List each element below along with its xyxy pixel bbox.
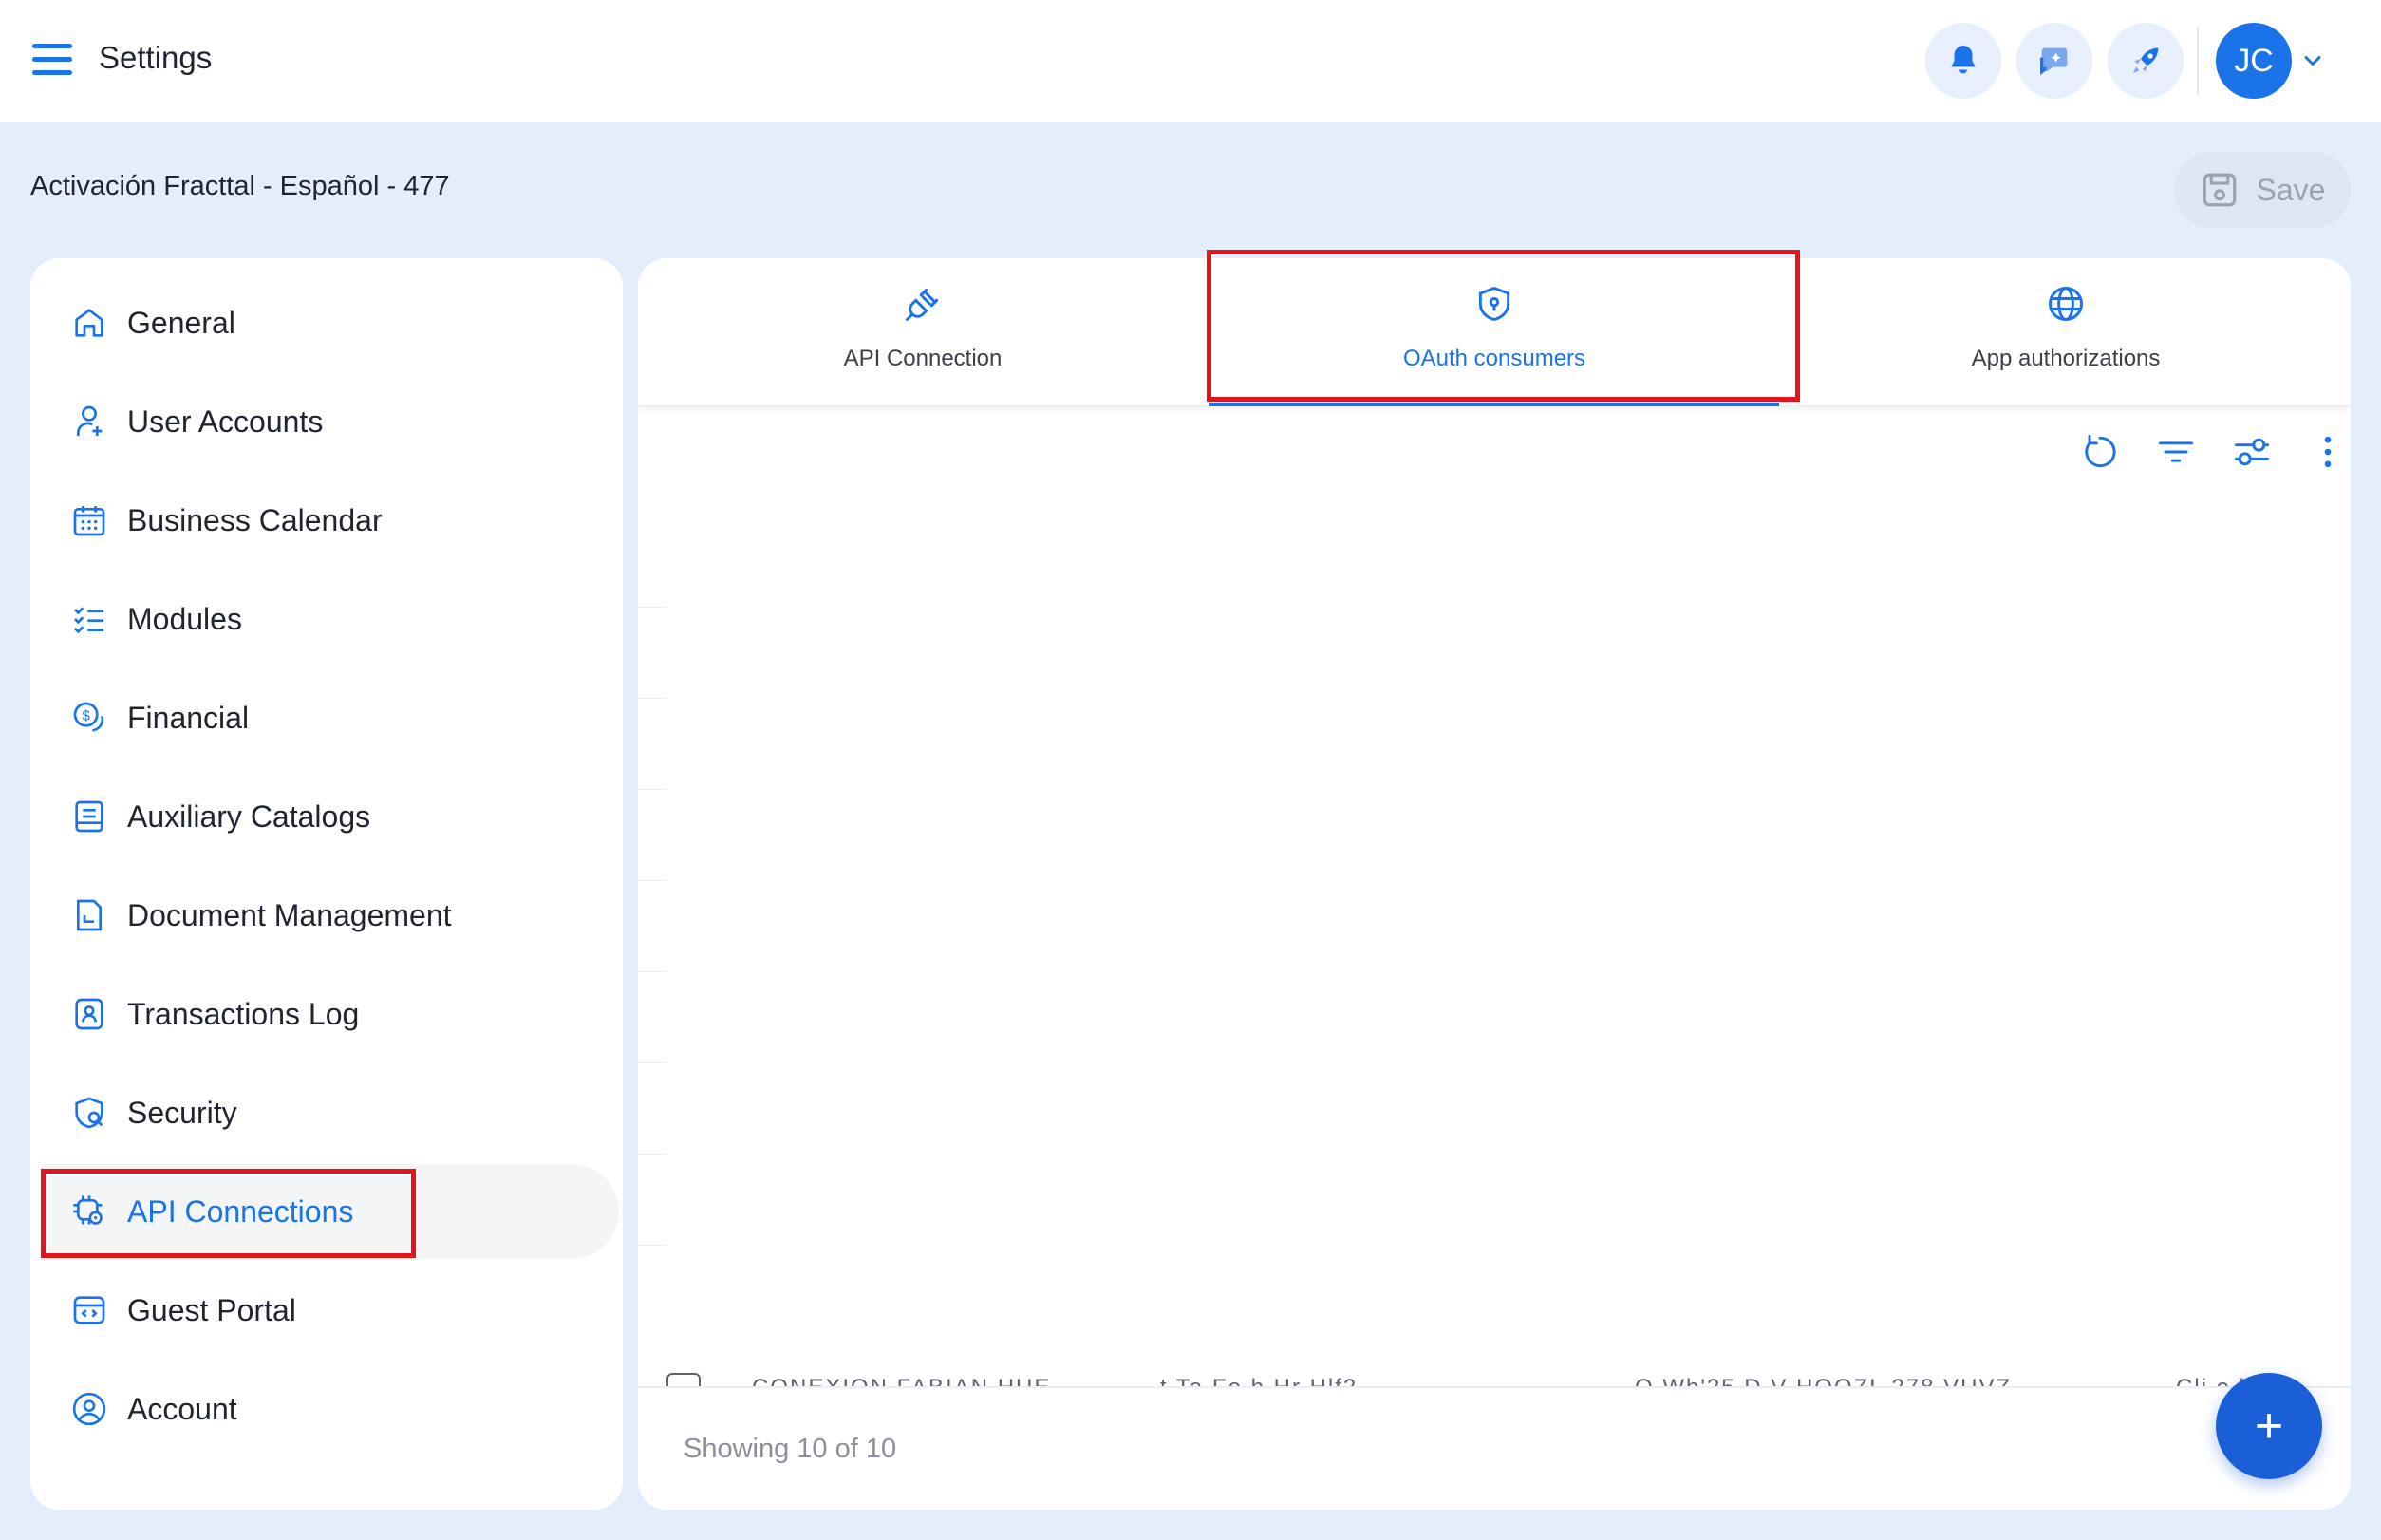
tab-api-connection[interactable]: API Connection xyxy=(638,258,1208,406)
api-gear-icon xyxy=(68,1191,110,1232)
chevron-down-icon[interactable] xyxy=(2299,47,2326,74)
sidebar-item-security[interactable]: Security xyxy=(68,1065,638,1160)
main-panel: API Connection OAuth consumers App autho… xyxy=(638,258,2351,1510)
globe-icon xyxy=(2043,281,2089,327)
avatar[interactable]: JC xyxy=(2216,23,2292,99)
shield-key-icon xyxy=(1472,281,1517,327)
home-icon xyxy=(68,302,110,344)
sidebar-item-label: Security xyxy=(127,1095,237,1130)
log-icon xyxy=(68,993,110,1035)
sidebar-item-label: Account xyxy=(127,1391,237,1426)
adjust-columns-button[interactable] xyxy=(2225,425,2278,479)
sidebar-item-financial[interactable]: $ Financial xyxy=(68,670,638,765)
sidebar-item-transactions-log[interactable]: Transactions Log xyxy=(68,967,638,1061)
row-divider xyxy=(638,607,666,608)
notifications-button[interactable] xyxy=(1925,23,2001,99)
sidebar-item-label: Auxiliary Catalogs xyxy=(127,798,371,834)
row-cell: t Ta Fo h Hr Hlf2 xyxy=(1160,1375,1358,1386)
row-divider xyxy=(638,789,666,790)
save-label: Save xyxy=(2256,172,2326,207)
assistant-chat-button[interactable] xyxy=(2016,23,2092,99)
settings-sidebar: General User Accounts Business Calendar … xyxy=(30,258,623,1510)
refresh-button[interactable] xyxy=(2073,425,2127,479)
checklist-icon xyxy=(68,598,110,640)
table-row[interactable]: CONEXION FABIAN HUE t Ta Fo h Hr Hlf2 O … xyxy=(666,1367,2337,1386)
calendar-icon xyxy=(68,499,110,541)
more-vert-icon xyxy=(2324,436,2332,468)
tab-label: OAuth consumers xyxy=(1402,346,1586,371)
row-cell: CONEXION FABIAN HUE xyxy=(752,1375,1051,1386)
menu-icon[interactable] xyxy=(32,44,72,78)
tab-oauth-consumers[interactable]: OAuth consumers xyxy=(1209,258,1779,406)
sidebar-item-user-accounts[interactable]: User Accounts xyxy=(68,374,638,469)
company-name: Activación Fracttal - Español - 477 xyxy=(30,171,450,201)
top-bar: Settings JC xyxy=(0,0,2381,122)
sidebar-item-label: Modules xyxy=(127,601,242,636)
toolbar-divider xyxy=(2197,27,2199,95)
sidebar-item-label: Guest Portal xyxy=(127,1292,296,1327)
account-circle-icon xyxy=(68,1388,110,1430)
catalog-icon xyxy=(68,796,110,837)
tab-label: API Connection xyxy=(843,346,1003,371)
refresh-icon xyxy=(2085,435,2116,468)
row-divider xyxy=(638,1245,666,1246)
row-divider xyxy=(638,1154,666,1155)
tab-label: App authorizations xyxy=(1971,346,2161,371)
sidebar-item-business-calendar[interactable]: Business Calendar xyxy=(68,473,638,568)
sidebar-item-label: Business Calendar xyxy=(127,502,383,537)
add-button[interactable]: + xyxy=(2216,1373,2322,1479)
sidebar-item-label: Financial xyxy=(127,700,250,735)
sidebar-item-account[interactable]: Account xyxy=(68,1362,638,1456)
save-button[interactable]: Save xyxy=(2174,152,2351,228)
sidebar-item-api-connections[interactable]: API Connections xyxy=(42,1164,619,1259)
sidebar-item-general[interactable]: General xyxy=(68,275,638,370)
tab-app-authorizations[interactable]: App authorizations xyxy=(1781,258,2351,406)
filter-icon xyxy=(2159,441,2193,462)
sidebar-item-modules[interactable]: Modules xyxy=(68,572,638,667)
coins-icon: $ xyxy=(68,697,110,739)
user-add-icon xyxy=(68,401,110,442)
plus-icon: + xyxy=(2254,1399,2284,1454)
adjust-icon xyxy=(2235,438,2269,466)
list-footer: Showing 10 of 10 xyxy=(638,1386,2351,1510)
pagination-count: Showing 10 of 10 xyxy=(684,1434,897,1464)
sidebar-item-label: API Connections xyxy=(127,1193,354,1229)
row-divider xyxy=(638,971,666,972)
sidebar-item-auxiliary-catalogs[interactable]: Auxiliary Catalogs xyxy=(68,769,638,864)
sidebar-item-label: General xyxy=(127,305,235,340)
row-divider xyxy=(638,880,666,881)
bell-icon xyxy=(1951,46,1976,74)
sidebar-item-guest-portal[interactable]: Guest Portal xyxy=(68,1263,638,1358)
save-icon xyxy=(2203,173,2236,207)
rocket-icon xyxy=(2132,47,2159,74)
more-options-button[interactable] xyxy=(2301,425,2351,479)
tab-bar: API Connection OAuth consumers App autho… xyxy=(638,258,2351,406)
row-checkbox[interactable] xyxy=(666,1373,701,1386)
row-cell: O Wh'25 D V HOOZL 278 VUVZ xyxy=(1635,1375,2012,1386)
shield-search-icon xyxy=(68,1092,110,1134)
filter-button[interactable] xyxy=(2149,425,2203,479)
sidebar-item-document-management[interactable]: Document Management xyxy=(68,868,638,963)
sidebar-item-label: User Accounts xyxy=(127,404,324,439)
row-divider xyxy=(638,698,666,699)
sidebar-item-label: Document Management xyxy=(127,897,452,932)
plug-icon xyxy=(900,281,946,327)
document-icon xyxy=(68,894,110,936)
launch-button[interactable] xyxy=(2108,23,2184,99)
svg-text:$: $ xyxy=(82,708,90,724)
sidebar-item-label: Transactions Log xyxy=(127,996,360,1031)
code-window-icon xyxy=(68,1289,110,1331)
row-divider xyxy=(638,1062,666,1063)
page-title: Settings xyxy=(99,40,213,75)
chat-sparkle-icon xyxy=(2040,47,2068,75)
